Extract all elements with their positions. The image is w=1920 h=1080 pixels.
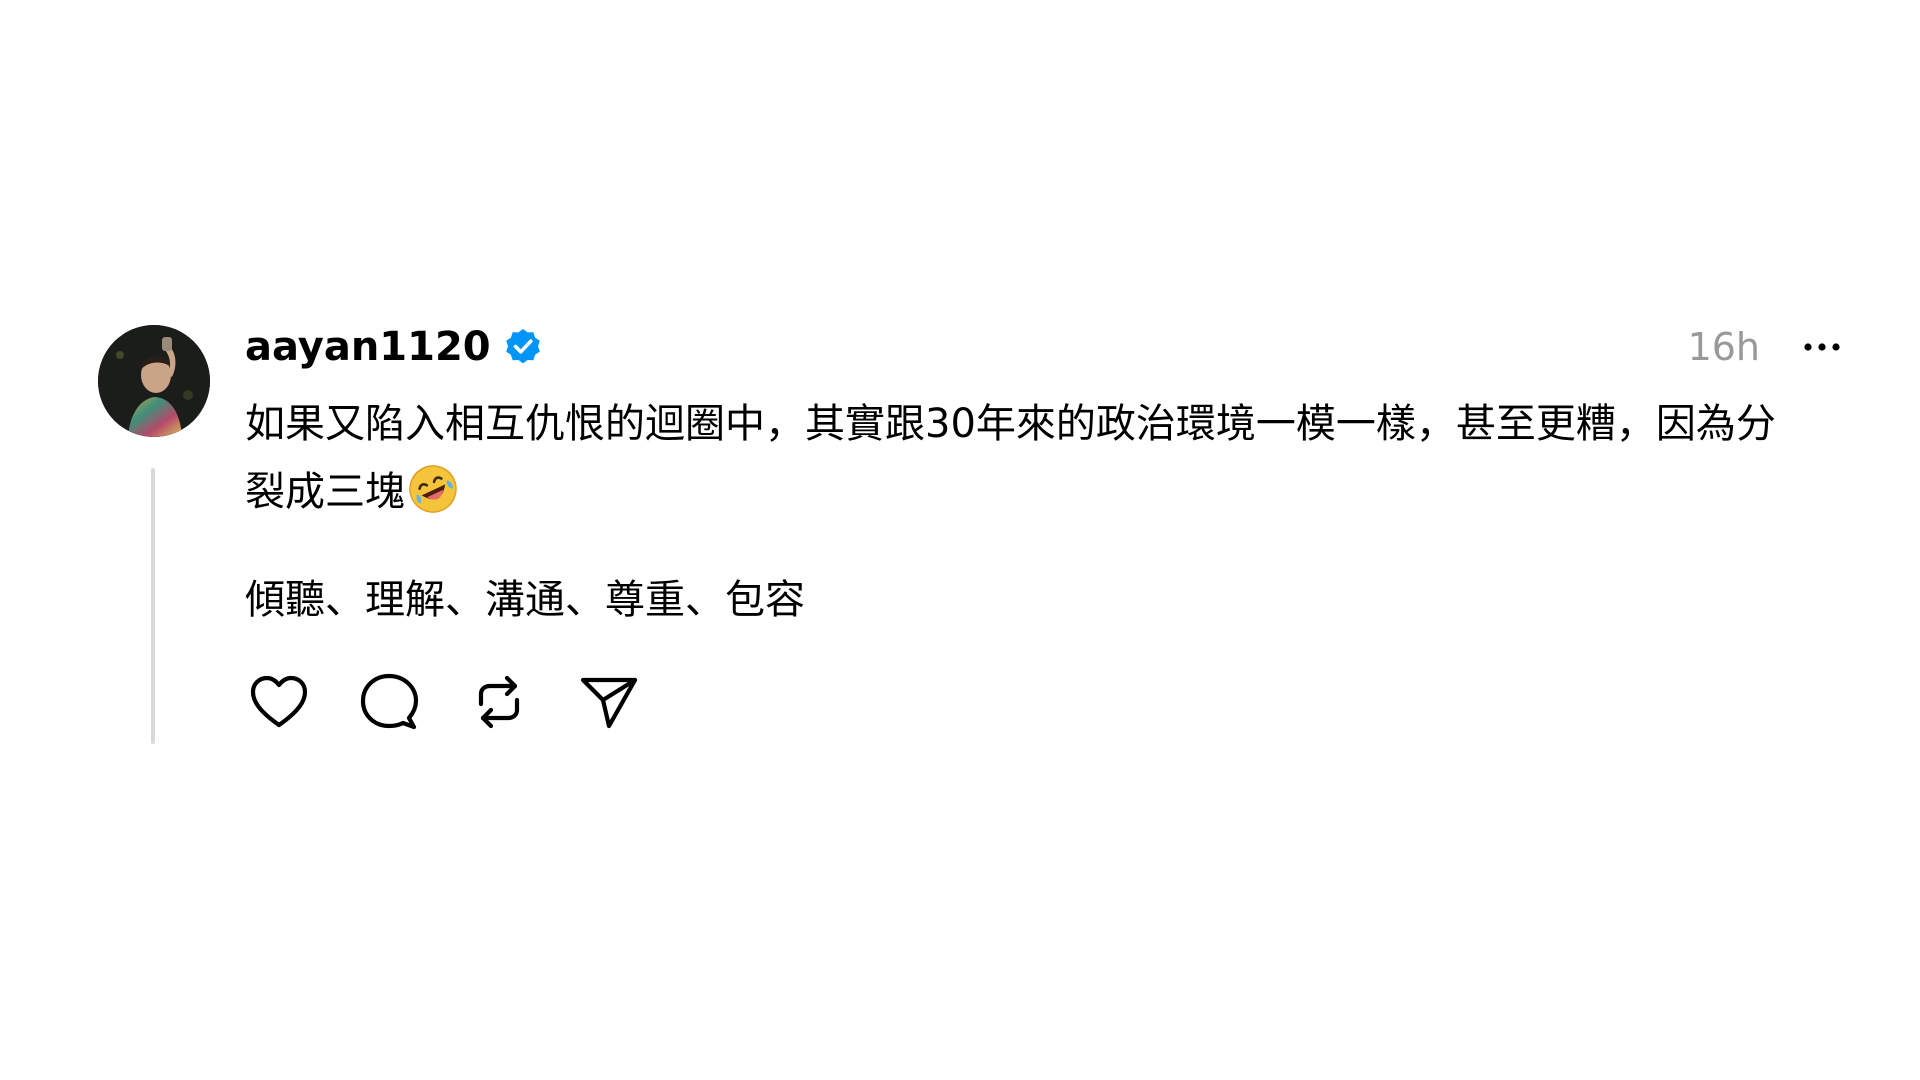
action-bar <box>245 670 685 734</box>
reply-button[interactable] <box>355 670 423 734</box>
repost-icon <box>478 675 520 729</box>
share-button[interactable] <box>575 670 643 734</box>
avatar-image <box>98 325 210 437</box>
post-paragraph: 如果又陷入相互仇恨的迴圈中，其實跟30年來的政治環境一模一樣，甚至更糟，因為分裂… <box>245 390 1785 526</box>
repost-button[interactable] <box>465 670 533 734</box>
like-button[interactable] <box>245 670 313 734</box>
more-options-icon[interactable] <box>1800 330 1844 364</box>
verified-badge-icon <box>503 327 543 367</box>
avatar[interactable] <box>98 325 210 437</box>
thread-post: aayan1120 16h 如果又陷入相互仇恨的迴圈中，其實跟30年來的政治環境… <box>0 0 1920 1080</box>
timestamp[interactable]: 16h <box>1640 322 1760 372</box>
thread-line <box>151 468 155 744</box>
post-paragraph: 傾聽、理解、溝通、尊重、包容 <box>245 577 805 623</box>
heart-icon <box>250 675 308 728</box>
comment-icon <box>360 673 419 730</box>
rolling-on-floor-laughing-emoji-icon <box>407 463 459 515</box>
post-body: 如果又陷入相互仇恨的迴圈中，其實跟30年來的政治環境一模一樣，甚至更糟，因為分裂… <box>245 390 1785 634</box>
post-paragraph-text: 如果又陷入相互仇恨的迴圈中，其實跟30年來的政治環境一模一樣，甚至更糟，因為分裂… <box>245 401 1776 515</box>
post-header: aayan1120 <box>245 322 543 372</box>
username[interactable]: aayan1120 <box>245 324 491 370</box>
send-icon <box>580 677 638 729</box>
